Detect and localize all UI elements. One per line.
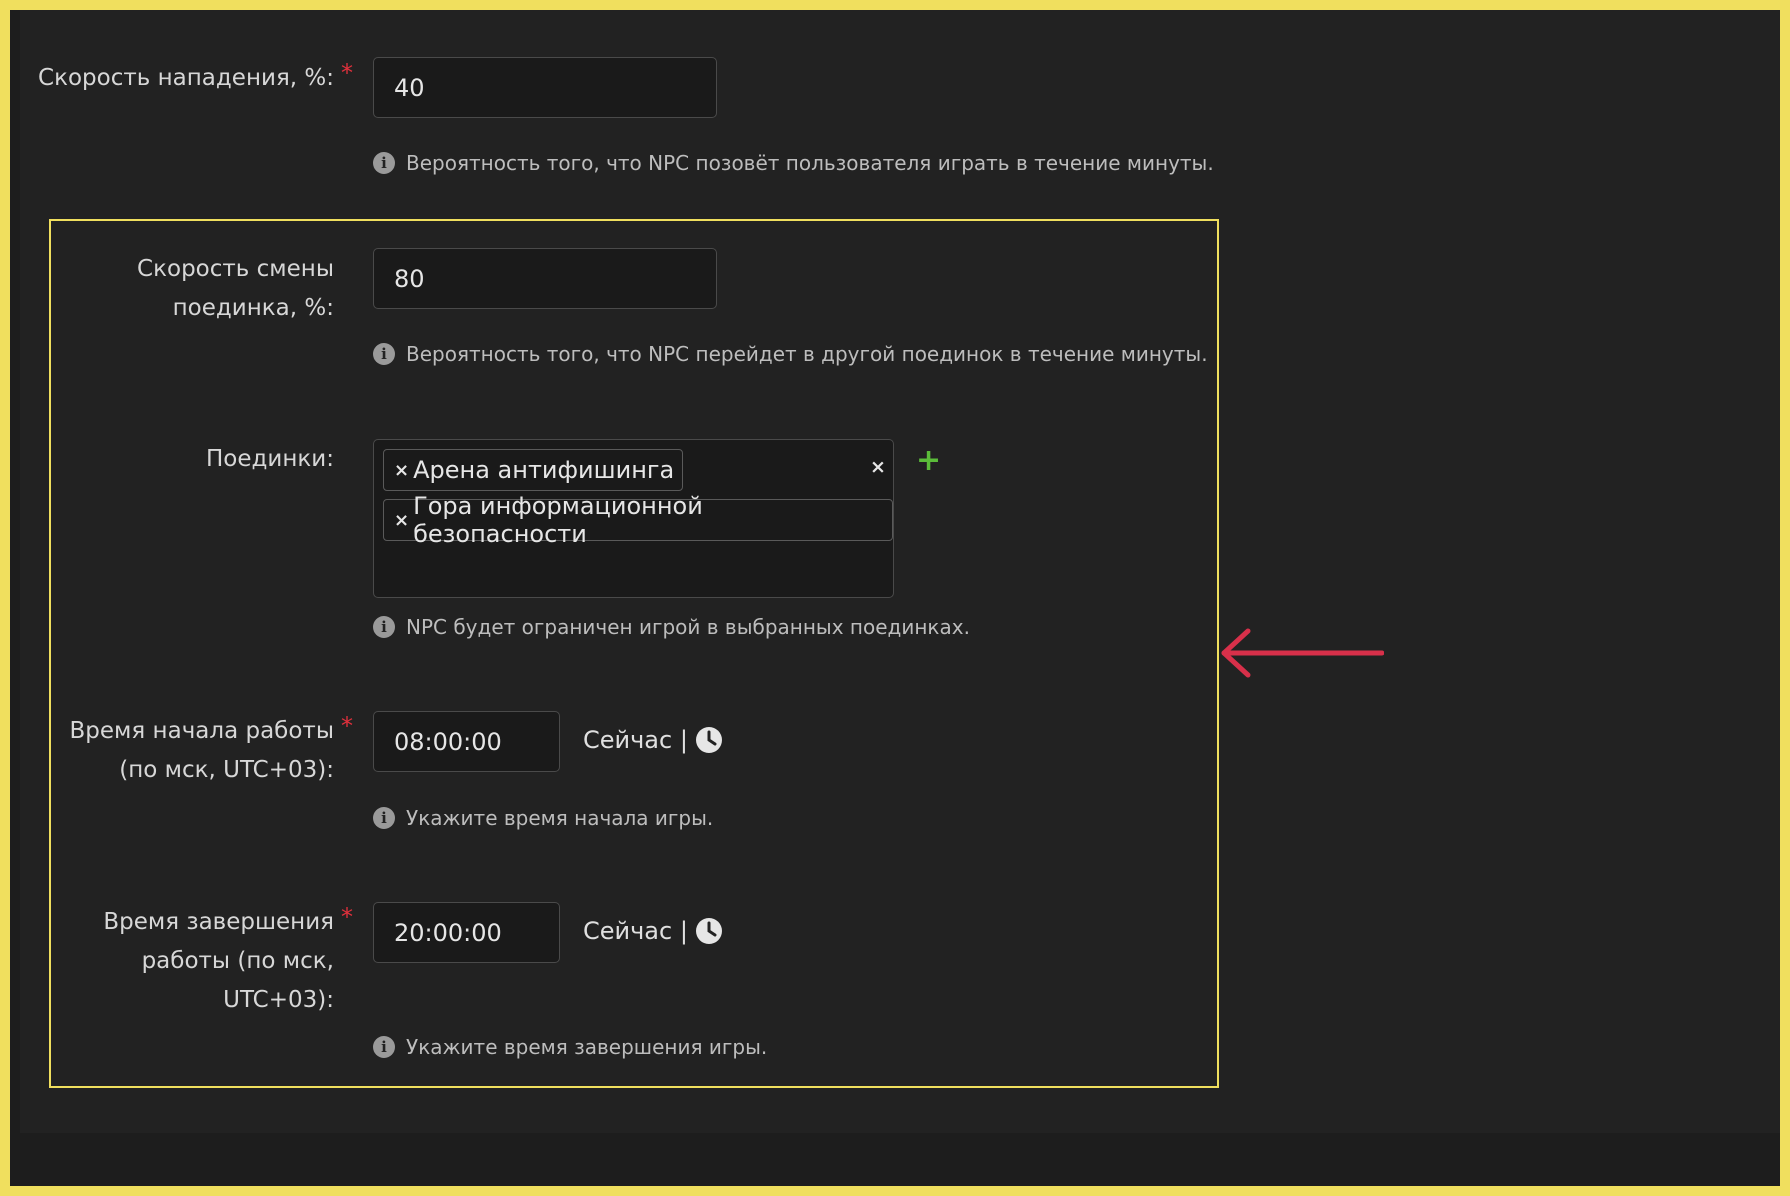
duel-change-speed-input[interactable]: 80 (373, 248, 717, 309)
end-time-hint: i Укажите время завершения игры. (373, 1035, 767, 1059)
clock-icon[interactable] (695, 917, 723, 945)
info-icon: i (373, 616, 395, 638)
attack-speed-hint: i Вероятность того, что NPC позовёт поль… (373, 151, 1214, 175)
clock-icon[interactable] (695, 726, 723, 754)
duel-tag-label: Гора информационной безопасности (413, 492, 703, 548)
arrow-left-icon (1221, 628, 1384, 678)
info-icon: i (373, 152, 395, 174)
attack-speed-hint-text: Вероятность того, что NPC позовёт пользо… (406, 151, 1214, 175)
duels-multiselect[interactable]: × Арена антифишинга × Гора информационно… (373, 439, 894, 598)
end-time-now[interactable]: Сейчас | (583, 917, 723, 945)
start-time-label: Время начала работы (по мск, UTC+03): (69, 718, 334, 783)
start-time-input[interactable]: 08:00:00 (373, 711, 560, 772)
duels-label: Поединки: (206, 446, 334, 472)
duel-tag-label: Арена антифишинга (413, 456, 675, 484)
required-marker: * (341, 903, 353, 931)
info-icon: i (373, 343, 395, 365)
duels-hint: i NPC будет ограничен игрой в выбранных … (373, 615, 970, 639)
duel-change-speed-label: Скорость смены поединка, %: (137, 256, 334, 321)
remove-tag-icon[interactable]: × (394, 460, 409, 481)
duel-tag[interactable]: × Гора информационной безопасности (383, 492, 893, 548)
info-icon: i (373, 807, 395, 829)
required-marker: * (341, 59, 353, 87)
attack-speed-label: Скорость нападения, %: (38, 65, 334, 91)
attack-speed-input[interactable]: 40 (373, 57, 717, 118)
required-marker: * (341, 712, 353, 740)
add-duel-icon[interactable]: + (916, 446, 941, 476)
info-icon: i (373, 1036, 395, 1058)
start-time-now[interactable]: Сейчас | (583, 726, 723, 754)
end-time-hint-text: Укажите время завершения игры. (406, 1035, 768, 1059)
start-time-hint-text: Укажите время начала игры. (406, 806, 714, 830)
end-time-label: Время завершения работы (по мск, UTC+03)… (103, 909, 334, 1013)
clear-selection-icon[interactable]: × (870, 456, 886, 478)
duel-tag[interactable]: × Арена антифишинга (383, 449, 684, 491)
duels-hint-text: NPC будет ограничен игрой в выбранных по… (406, 615, 970, 639)
now-link[interactable]: Сейчас | (583, 917, 688, 945)
remove-tag-icon[interactable]: × (394, 510, 409, 531)
start-time-hint: i Укажите время начала игры. (373, 806, 713, 830)
end-time-input[interactable]: 20:00:00 (373, 902, 560, 963)
duel-change-speed-hint-text: Вероятность того, что NPC перейдет в дру… (406, 342, 1208, 366)
duel-change-speed-hint: i Вероятность того, что NPC перейдет в д… (373, 342, 1208, 366)
now-link[interactable]: Сейчас | (583, 726, 688, 754)
